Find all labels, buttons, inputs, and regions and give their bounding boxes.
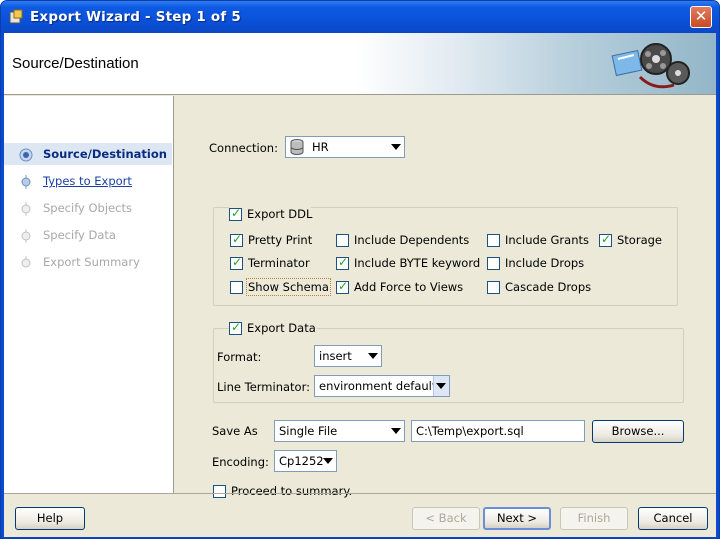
dialog-client: Source/Destination Source/Destination Ty… — [4, 33, 716, 537]
back-button[interactable]: < Back — [412, 507, 480, 530]
title-bar[interactable]: Export Wizard - Step 1 of 5 ✕ — [1, 1, 719, 33]
save-as-path-input[interactable] — [412, 421, 584, 441]
check-icon: ✓ — [338, 255, 349, 269]
wizard-app-icon — [9, 9, 23, 24]
step-types-to-export[interactable]: Types to Export — [4, 170, 172, 192]
encoding-value: Cp1252 — [279, 454, 324, 468]
check-icon: ✓ — [231, 320, 242, 334]
export-data-label: Export Data — [247, 321, 316, 335]
current-step-icon — [19, 148, 33, 162]
step-label: Source/Destination — [43, 147, 167, 161]
database-icon — [290, 139, 304, 155]
next-button[interactable]: Next > — [483, 507, 551, 530]
step-label: Export Summary — [43, 255, 140, 269]
connection-label: Connection: — [209, 141, 278, 155]
chevron-down-icon — [436, 383, 446, 389]
export-data-checkbox[interactable]: ✓ Export Data — [229, 320, 317, 338]
step-specify-data: Specify Data — [4, 224, 172, 246]
check-icon: ✓ — [231, 206, 242, 220]
line-terminator-select[interactable]: environment default — [314, 375, 450, 397]
page-title: Source/Destination — [12, 55, 139, 72]
export-ddl-checkbox[interactable]: ✓ Export DDL — [229, 206, 313, 224]
step-label: Specify Objects — [43, 201, 132, 215]
dropdown-button[interactable] — [433, 376, 449, 396]
wizard-header: Source/Destination — [4, 33, 716, 95]
format-value: insert — [319, 349, 352, 363]
film-reel-icon — [611, 43, 690, 89]
chevron-down-icon — [323, 458, 333, 464]
help-button[interactable]: Help — [15, 507, 85, 530]
export-wizard-window: Export Wizard - Step 1 of 5 ✕ Source/Des… — [0, 0, 720, 539]
browse-button[interactable]: Browse... — [592, 420, 684, 443]
save-as-mode-select[interactable]: Single File — [274, 420, 405, 442]
step-label: Specify Data — [43, 228, 116, 242]
format-label: Format: — [217, 350, 262, 364]
header-banner — [356, 33, 716, 94]
wizard-footer: Help < Back Next > Finish Cancel — [4, 494, 716, 537]
step-source-destination[interactable]: Source/Destination — [4, 143, 172, 165]
step-node-icon — [21, 202, 31, 216]
window-title: Export Wizard - Step 1 of 5 — [30, 9, 241, 25]
step-node-icon — [21, 175, 31, 189]
step-node-icon — [21, 256, 31, 268]
step-specify-objects: Specify Objects — [4, 197, 172, 219]
check-icon: ✓ — [601, 232, 612, 246]
wizard-main-panel: Connection: HR ✓ Export DDL ✓ Pretty Pri… — [175, 96, 716, 498]
encoding-select[interactable]: Cp1252 — [274, 450, 337, 472]
save-as-path-field[interactable] — [411, 420, 585, 442]
step-label: Types to Export — [43, 174, 132, 188]
encoding-label: Encoding: — [212, 455, 269, 469]
step-export-summary: Export Summary — [4, 251, 172, 273]
connection-value: HR — [312, 140, 329, 154]
cancel-button[interactable]: Cancel — [638, 507, 708, 530]
chevron-down-icon — [391, 144, 401, 150]
connection-select[interactable]: HR — [285, 136, 405, 158]
line-terminator-value: environment default — [319, 379, 437, 393]
checkbox-box: ✓ — [229, 206, 242, 221]
check-icon: ✓ — [232, 255, 243, 269]
close-icon[interactable]: ✕ — [690, 6, 712, 28]
check-icon: ✓ — [338, 279, 349, 293]
step-node-icon — [21, 229, 31, 243]
wizard-steps-panel: Source/Destination Types to Export Speci… — [4, 96, 174, 493]
line-terminator-label: Line Terminator: — [217, 380, 310, 394]
export-ddl-label: Export DDL — [247, 207, 313, 221]
save-as-mode-value: Single File — [279, 424, 338, 438]
format-select[interactable]: insert — [314, 345, 382, 367]
check-icon: ✓ — [232, 232, 243, 246]
finish-button[interactable]: Finish — [560, 507, 628, 530]
chevron-down-icon — [368, 353, 378, 359]
save-as-label: Save As — [212, 424, 258, 438]
chevron-down-icon — [391, 428, 401, 434]
